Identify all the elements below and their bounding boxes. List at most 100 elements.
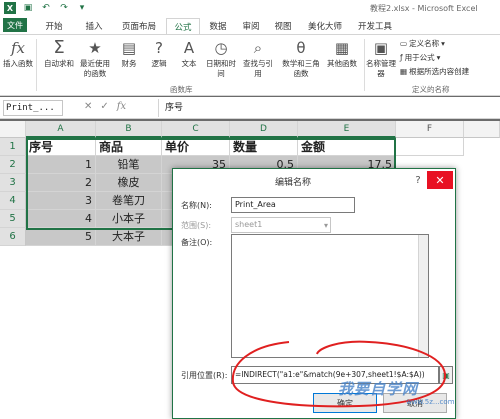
watermark-logo: 我要自学网	[338, 380, 419, 398]
tab-data[interactable]: 数据	[202, 18, 234, 34]
table-header-cell[interactable]: 金额	[298, 138, 396, 156]
tab-view[interactable]: 视图	[268, 18, 298, 34]
table-cell[interactable]: 2	[26, 174, 96, 192]
empty-cell[interactable]	[396, 138, 464, 156]
insert-function-button[interactable]: fx 插入函数	[2, 37, 34, 69]
table-header-cell[interactable]: 单价	[162, 138, 230, 156]
table-cell[interactable]: 大本子	[96, 228, 162, 246]
table-header-cell[interactable]: 序号	[26, 138, 96, 156]
redo-icon[interactable]: ↷	[58, 2, 70, 14]
reference-label: 引用位置(R):	[181, 371, 228, 380]
window-title: 教程2.xlsx - Microsoft Excel	[370, 4, 478, 13]
create-from-selection-button[interactable]: ▦ 根据所选内容创建	[400, 66, 469, 77]
table-cell[interactable]: 橡皮	[96, 174, 162, 192]
tab-page-layout[interactable]: 页面布局	[114, 18, 164, 34]
save-icon[interactable]: ▣	[22, 2, 34, 14]
use-in-formula-button[interactable]: ƒ 用于公式 ▾	[400, 52, 440, 63]
table-cell[interactable]: 1	[26, 156, 96, 174]
column-header[interactable]: B	[96, 121, 162, 138]
clock-icon: ◷	[214, 39, 228, 57]
star-icon: ★	[88, 39, 102, 57]
table-cell[interactable]: 5	[26, 228, 96, 246]
name-manager-button[interactable]: ▣ 名称管理器	[366, 37, 396, 79]
group-label-defined-names: 定义的名称	[412, 85, 450, 94]
scope-label: 范围(S):	[181, 221, 212, 230]
sigma-icon: Σ	[53, 37, 65, 58]
collapse-dialog-icon[interactable]: ▣	[439, 366, 453, 384]
scrollbar[interactable]	[418, 235, 428, 357]
chevron-down-icon: ▾	[441, 39, 445, 48]
chevron-down-icon: ▾	[323, 221, 328, 230]
comment-textarea[interactable]	[231, 234, 429, 358]
tab-insert[interactable]: 插入	[76, 18, 112, 34]
enter-icon[interactable]: ✓	[100, 101, 108, 112]
column-header[interactable]	[464, 121, 500, 138]
logical-button[interactable]: ? 逻辑	[146, 37, 172, 69]
table-cell[interactable]: 铅笔	[96, 156, 162, 174]
cancel-icon[interactable]: ✕	[84, 101, 92, 112]
tag-icon: ▭	[400, 39, 408, 48]
define-name-button[interactable]: ▭ 定义名称 ▾	[400, 38, 445, 49]
name-input[interactable]: Print_Area	[231, 197, 355, 213]
row-header[interactable]: 4	[0, 192, 26, 210]
formula-bar: Print_... ✕ ✓ fx 序号	[0, 97, 500, 119]
quick-access-toolbar: X ▣ ↶ ↷ ▾	[4, 2, 88, 14]
help-icon[interactable]: ?	[411, 173, 425, 187]
undo-icon[interactable]: ↶	[40, 2, 52, 14]
autosum-button[interactable]: Σ 自动求和	[40, 37, 78, 69]
dialog-title: 编辑名称	[275, 178, 312, 188]
tab-formulas[interactable]: 公式	[166, 18, 200, 34]
tab-review[interactable]: 审阅	[236, 18, 266, 34]
more-functions-button[interactable]: ▦ 其他函数	[324, 37, 360, 69]
datetime-button[interactable]: ◷ 日期和时间	[204, 37, 238, 79]
column-header[interactable]: F	[396, 121, 464, 138]
close-icon[interactable]: ✕	[427, 171, 453, 189]
tab-file[interactable]: 文件	[3, 18, 27, 32]
table-header-cell[interactable]: 商品	[96, 138, 162, 156]
table-cell[interactable]: 4	[26, 210, 96, 228]
table-header-cell[interactable]: 数量	[230, 138, 298, 156]
table-cell[interactable]: 小本子	[96, 210, 162, 228]
ribbon-formulas: fx 插入函数 Σ 自动求和 ★ 最近使用的函数 ▤ 财务 ? 逻辑 A 文本 …	[0, 34, 500, 96]
ribbon-separator	[364, 39, 365, 91]
ribbon-separator	[36, 39, 37, 91]
tab-developer[interactable]: 开发工具	[352, 18, 398, 34]
row-header[interactable]: 5	[0, 210, 26, 228]
row-header[interactable]: 2	[0, 156, 26, 174]
name-label: 名称(N):	[181, 201, 212, 210]
table-cell[interactable]: 卷笔刀	[96, 192, 162, 210]
row-header[interactable]: 1	[0, 138, 26, 156]
fx-icon[interactable]: fx	[117, 101, 126, 112]
tab-home[interactable]: 开始	[36, 18, 72, 34]
name-manager-icon: ▣	[373, 39, 389, 57]
text-icon: A	[183, 39, 195, 57]
tab-beautify-master[interactable]: 美化大师	[300, 18, 350, 34]
column-header[interactable]: D	[230, 121, 298, 138]
lookup-icon: ⌕	[253, 39, 263, 57]
title-bar: X ▣ ↶ ↷ ▾ 教程2.xlsx - Microsoft Excel	[0, 0, 500, 16]
group-label-library: 函数库	[170, 85, 193, 94]
formula-icon: ƒ	[400, 53, 403, 62]
table-cell[interactable]: 3	[26, 192, 96, 210]
name-box[interactable]: Print_...	[3, 100, 63, 116]
formula-input[interactable]: 序号	[158, 99, 496, 117]
customize-toolbar-icon[interactable]: ▾	[76, 2, 88, 14]
column-header[interactable]: A	[26, 121, 96, 138]
select-all-corner[interactable]	[0, 121, 26, 138]
text-button[interactable]: A 文本	[176, 37, 202, 69]
grid-icon: ▦	[400, 67, 408, 76]
dialog-title-bar[interactable]: 编辑名称 ? ✕	[173, 169, 455, 193]
scope-select: sheet1 ▾	[231, 217, 331, 233]
recent-functions-button[interactable]: ★ 最近使用的函数	[80, 37, 110, 79]
lookup-reference-button[interactable]: ⌕ 查找与引用	[240, 37, 276, 79]
watermark-url: www.5z...com	[406, 398, 455, 406]
chevron-down-icon: ▾	[436, 53, 441, 62]
formula-bar-buttons: ✕ ✓ fx	[84, 101, 126, 112]
column-header[interactable]: C	[162, 121, 230, 138]
row-header[interactable]: 6	[0, 228, 26, 246]
row-header[interactable]: 3	[0, 174, 26, 192]
financial-button[interactable]: ▤ 财务	[116, 37, 142, 69]
math-trig-button[interactable]: θ 数学和三角函数	[282, 37, 320, 79]
column-header[interactable]: E	[298, 121, 396, 138]
financial-icon: ▤	[121, 39, 137, 57]
